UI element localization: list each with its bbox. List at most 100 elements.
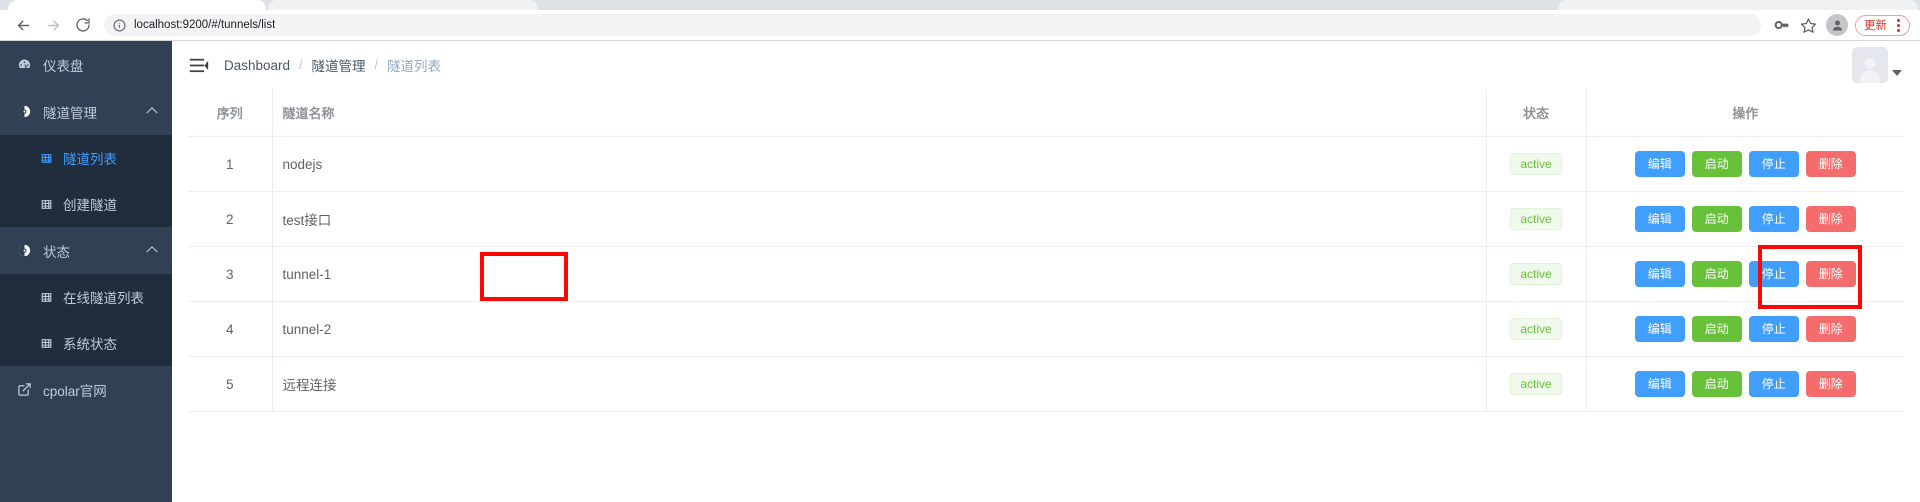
- stop-button[interactable]: 停止: [1748, 371, 1799, 397]
- profile-avatar-icon[interactable]: [1826, 14, 1848, 36]
- sidebar-item-label: 系统状态: [63, 337, 117, 352]
- sidebar-item-label: 隧道管理: [43, 105, 97, 121]
- cell-actions: 编辑 启动 停止 删除: [1585, 246, 1904, 302]
- sidebar-submenu-status: 在线隧道列表 系统状态: [0, 274, 172, 366]
- main-area: Dashboard / 隧道管理 / 隧道列表 序列 隧道名称 状态 操作 1 …: [172, 41, 1920, 502]
- sidebar-submenu-tunnel: 隧道列表 创建隧道: [0, 135, 172, 227]
- hamburger-collapse-icon[interactable]: [188, 55, 210, 75]
- start-button[interactable]: 启动: [1691, 371, 1742, 397]
- edit-button[interactable]: 编辑: [1634, 316, 1685, 342]
- edit-button[interactable]: 编辑: [1634, 261, 1685, 287]
- browser-window: localhost:9200/#/tunnels/list 更新 仪表盘 隧道管…: [0, 0, 1920, 502]
- edit-button[interactable]: 编辑: [1634, 206, 1685, 232]
- reload-icon[interactable]: [68, 10, 98, 40]
- stop-button[interactable]: 停止: [1748, 261, 1799, 287]
- app-shell: 仪表盘 隧道管理 隧道列表 创建隧道 状态 在线隧道列表 系统状态 cpolar…: [0, 41, 1920, 502]
- edit-button[interactable]: 编辑: [1634, 371, 1685, 397]
- table-body: 1 nodejs active 编辑 启动 停止 删除 2 test接口 active 编辑 启动 停止…: [188, 136, 1904, 412]
- sidebar: 仪表盘 隧道管理 隧道列表 创建隧道 状态 在线隧道列表 系统状态 cpolar…: [0, 41, 172, 502]
- cell-seq: 3: [188, 246, 272, 302]
- sidebar-item-label: cpolar官网: [43, 383, 107, 399]
- cell-tunnel-name: test接口: [271, 191, 1486, 247]
- browser-tab-secondary[interactable]: [268, 0, 538, 10]
- start-button[interactable]: 启动: [1691, 316, 1742, 342]
- table-icon: [38, 152, 54, 165]
- cell-state: active: [1485, 191, 1586, 247]
- tunnel-icon: [14, 104, 34, 119]
- key-icon[interactable]: [1769, 12, 1795, 38]
- sidebar-group-tunnel-management[interactable]: 隧道管理: [0, 88, 172, 135]
- site-info-icon: [113, 19, 126, 31]
- star-icon[interactable]: [1795, 12, 1821, 38]
- browser-tab-tertiary[interactable]: [1558, 0, 1918, 10]
- cell-seq: 1: [188, 136, 272, 192]
- three-dot-menu-icon[interactable]: [1891, 18, 1905, 32]
- cell-seq: 4: [188, 301, 272, 357]
- delete-button[interactable]: 删除: [1805, 316, 1856, 342]
- delete-button[interactable]: 删除: [1805, 261, 1856, 287]
- browser-tab-active[interactable]: [8, 0, 266, 10]
- sidebar-item-system-status[interactable]: 系统状态: [0, 320, 172, 366]
- breadcrumb-item-dashboard[interactable]: Dashboard: [224, 58, 290, 73]
- top-navbar: Dashboard / 隧道管理 / 隧道列表: [172, 41, 1920, 89]
- sidebar-item-tunnel-list[interactable]: 隧道列表: [0, 135, 172, 181]
- table-row: 3 tunnel-1 active 编辑 启动 停止 删除: [188, 246, 1904, 302]
- status-badge: active: [1510, 373, 1562, 395]
- column-header-name: 隧道名称: [271, 89, 1486, 137]
- forward-arrow-icon[interactable]: [38, 10, 68, 40]
- cell-tunnel-name: tunnel-1: [271, 246, 1486, 302]
- cell-state: active: [1485, 246, 1586, 302]
- table-icon: [38, 198, 54, 211]
- column-header-state: 状态: [1485, 89, 1586, 137]
- cell-tunnel-name: nodejs: [271, 136, 1486, 192]
- edit-button[interactable]: 编辑: [1634, 151, 1685, 177]
- cell-tunnel-name: tunnel-2: [271, 301, 1486, 357]
- column-header-ops: 操作: [1585, 89, 1904, 137]
- stop-button[interactable]: 停止: [1748, 316, 1799, 342]
- back-arrow-icon[interactable]: [8, 10, 38, 40]
- sidebar-group-status[interactable]: 状态: [0, 227, 172, 274]
- chevron-up-icon: [146, 106, 158, 118]
- table-row: 1 nodejs active 编辑 启动 停止 删除: [188, 136, 1904, 192]
- start-button[interactable]: 启动: [1691, 151, 1742, 177]
- user-avatar-icon[interactable]: [1852, 47, 1888, 83]
- navbar-user-menu[interactable]: [1852, 41, 1902, 89]
- breadcrumb-separator: /: [299, 58, 303, 72]
- start-button[interactable]: 启动: [1691, 261, 1742, 287]
- chevron-down-icon[interactable]: [1892, 70, 1902, 76]
- stop-button[interactable]: 停止: [1748, 206, 1799, 232]
- dashboard-icon: [14, 57, 34, 72]
- table-icon: [38, 337, 54, 350]
- sidebar-item-online-tunnel-list[interactable]: 在线隧道列表: [0, 274, 172, 320]
- tab-strip: [0, 0, 1920, 10]
- delete-button[interactable]: 删除: [1805, 206, 1856, 232]
- cell-state: active: [1485, 301, 1586, 357]
- cell-actions: 编辑 启动 停止 删除: [1585, 356, 1904, 412]
- delete-button[interactable]: 删除: [1805, 371, 1856, 397]
- delete-button[interactable]: 删除: [1805, 151, 1856, 177]
- external-link-icon: [14, 382, 34, 397]
- browser-toolbar: localhost:9200/#/tunnels/list 更新: [0, 10, 1920, 41]
- start-button[interactable]: 启动: [1691, 206, 1742, 232]
- stop-button[interactable]: 停止: [1748, 151, 1799, 177]
- table-row: 5 远程连接 active 编辑 启动 停止 删除: [188, 356, 1904, 412]
- status-badge: active: [1510, 318, 1562, 340]
- sidebar-item-create-tunnel[interactable]: 创建隧道: [0, 181, 172, 227]
- cell-state: active: [1485, 356, 1586, 412]
- sidebar-item-dashboard[interactable]: 仪表盘: [0, 41, 172, 88]
- sidebar-filler: [0, 413, 172, 502]
- address-bar[interactable]: localhost:9200/#/tunnels/list: [104, 14, 1761, 36]
- update-button-label: 更新: [1864, 20, 1887, 32]
- tunnel-list-content: 序列 隧道名称 状态 操作 1 nodejs active 编辑 启动 停止 删除 2 test…: [172, 89, 1920, 502]
- sidebar-item-label: 状态: [43, 244, 70, 260]
- sidebar-item-cpolar-website[interactable]: cpolar官网: [0, 366, 172, 413]
- tunnel-table: 序列 隧道名称 状态 操作 1 nodejs active 编辑 启动 停止 删除 2 test…: [188, 89, 1904, 412]
- update-button[interactable]: 更新: [1855, 14, 1910, 36]
- breadcrumb-item-tunnel-management[interactable]: 隧道管理: [312, 55, 366, 75]
- cell-seq: 5: [188, 356, 272, 412]
- status-badge: active: [1510, 263, 1562, 285]
- table-icon: [38, 291, 54, 304]
- sidebar-item-label: 隧道列表: [63, 152, 117, 167]
- status-icon: [14, 243, 34, 258]
- cell-tunnel-name: 远程连接: [271, 356, 1486, 412]
